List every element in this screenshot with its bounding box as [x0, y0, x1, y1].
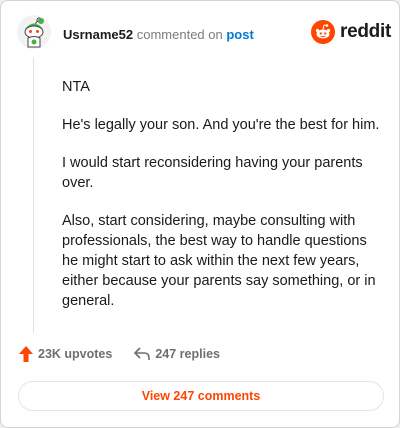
comment-body: NTA He's legally your son. And you're th…: [62, 77, 380, 329]
thread-line[interactable]: [33, 57, 34, 333]
comment-paragraph: He's legally your son. And you're the be…: [62, 117, 380, 133]
post-link[interactable]: post: [226, 27, 253, 42]
reddit-logo[interactable]: reddit: [311, 20, 391, 44]
comment-paragraph: I would start reconsidering having your …: [62, 155, 363, 191]
upvote-button[interactable]: 23K upvotes: [19, 346, 112, 362]
reply-count: 247 replies: [155, 347, 220, 361]
comment-paragraph: NTA: [62, 79, 90, 95]
comment-card: Usrname52 commented on post reddit NTA H…: [0, 0, 400, 428]
snoo-avatar[interactable]: [17, 15, 51, 49]
reddit-alien-icon: [311, 20, 335, 44]
commented-on-label: commented on: [136, 27, 223, 42]
reddit-wordmark: reddit: [340, 21, 391, 42]
reply-button[interactable]: 247 replies: [134, 347, 220, 361]
view-comments-button[interactable]: View 247 comments: [18, 381, 384, 411]
reply-arrow-icon: [134, 347, 151, 360]
upvote-count: 23K upvotes: [38, 347, 113, 361]
comment-actions: 23K upvotes 247 replies: [19, 346, 220, 362]
comment-paragraph: Also, start considering, maybe consultin…: [62, 213, 376, 309]
upvote-arrow-icon: [19, 346, 33, 362]
username[interactable]: Usrname52: [63, 27, 133, 42]
comment-header: Usrname52 commented on post: [63, 27, 254, 43]
